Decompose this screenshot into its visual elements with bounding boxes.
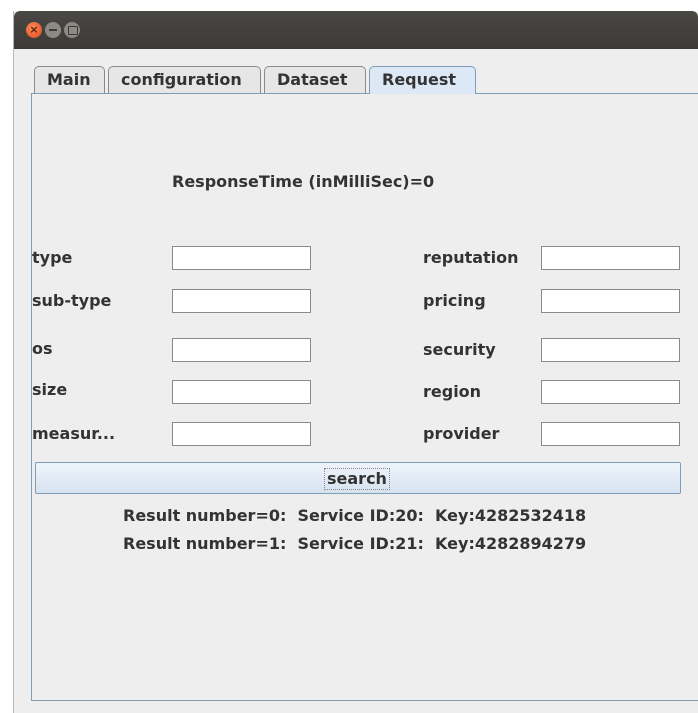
measure-label: measur... bbox=[32, 424, 116, 443]
region-label: region bbox=[423, 382, 482, 401]
sub-type-field[interactable] bbox=[172, 289, 311, 313]
tab-request[interactable]: Request bbox=[369, 66, 476, 94]
search-button[interactable]: search bbox=[35, 462, 681, 494]
type-field[interactable] bbox=[172, 246, 311, 270]
measure-field[interactable] bbox=[172, 422, 311, 446]
region-field[interactable] bbox=[541, 380, 680, 404]
type-label: type bbox=[32, 248, 73, 267]
os-field[interactable] bbox=[172, 338, 311, 362]
pricing-label: pricing bbox=[423, 291, 486, 310]
result-line: Result number=1: Service ID:21: Key:4282… bbox=[123, 534, 587, 553]
minimize-icon[interactable] bbox=[45, 22, 61, 38]
title-bar[interactable]: × bbox=[14, 11, 698, 49]
app-window: × Main configuration Dataset Request Res… bbox=[13, 11, 698, 713]
size-label: size bbox=[32, 380, 68, 399]
tab-main[interactable]: Main bbox=[34, 66, 105, 93]
result-line: Result number=0: Service ID:20: Key:4282… bbox=[123, 506, 587, 525]
security-field[interactable] bbox=[541, 338, 680, 362]
search-button-label: search bbox=[324, 468, 390, 490]
request-panel: ResponseTime (inMilliSec)=0 type sub-typ… bbox=[31, 93, 698, 701]
response-time-label: ResponseTime (inMilliSec)=0 bbox=[172, 172, 435, 191]
security-label: security bbox=[423, 340, 496, 359]
provider-label: provider bbox=[423, 424, 500, 443]
os-label: os bbox=[32, 339, 53, 358]
close-icon[interactable]: × bbox=[26, 22, 42, 38]
tab-dataset[interactable]: Dataset bbox=[264, 66, 366, 93]
reputation-field[interactable] bbox=[541, 246, 680, 270]
reputation-label: reputation bbox=[423, 248, 519, 267]
pricing-field[interactable] bbox=[541, 289, 680, 313]
sub-type-label: sub-type bbox=[32, 291, 112, 310]
maximize-icon[interactable] bbox=[64, 22, 80, 38]
tab-configuration[interactable]: configuration bbox=[108, 66, 261, 93]
provider-field[interactable] bbox=[541, 422, 680, 446]
size-field[interactable] bbox=[172, 380, 311, 404]
